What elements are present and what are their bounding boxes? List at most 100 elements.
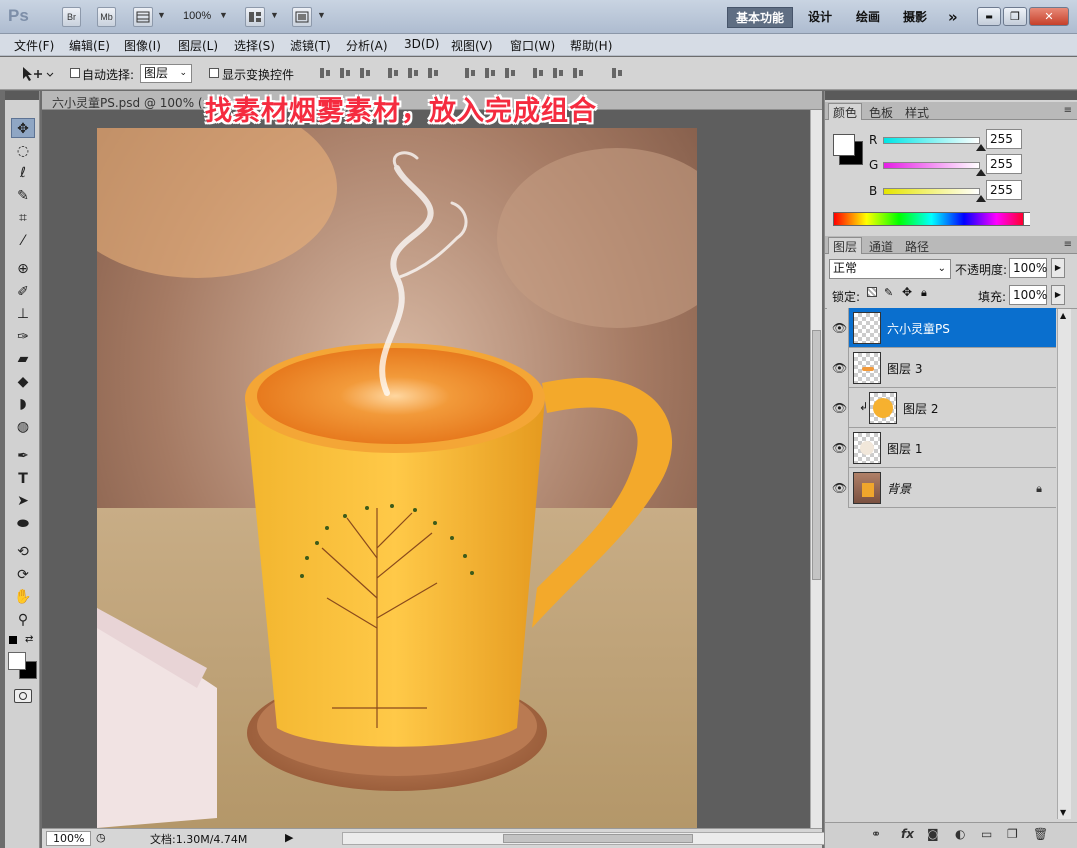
minimize-button[interactable]: ▬ [977,7,1001,26]
green-slider-thumb[interactable] [976,169,986,176]
green-channel-slider[interactable] [883,162,980,169]
path-selection-tool-icon[interactable]: ➤ [11,491,35,511]
lock-all-icon[interactable]: 🔒︎ [921,286,927,300]
workspace-photography[interactable]: 摄影 [895,7,935,28]
3d-orbit-tool-icon[interactable]: ⟳ [11,565,35,585]
opacity-field[interactable]: 100% [1009,258,1047,278]
menu-select[interactable]: 选择(S) [234,37,275,54]
screen-mode-button[interactable] [292,7,312,27]
show-transform-checkbox[interactable] [209,68,219,78]
blue-value-field[interactable]: 255 [986,180,1022,200]
pen-tool-icon[interactable]: ✒ [11,446,35,466]
marquee-tool-icon[interactable]: ◌ [11,141,35,161]
zoom-tool-icon[interactable]: ⚲ [11,610,35,630]
distribute-right-icon[interactable] [571,66,584,80]
link-layers-icon[interactable]: ⚭ [871,827,881,841]
auto-select-checkbox[interactable] [70,68,80,78]
workspace-painting[interactable]: 绘画 [848,7,888,28]
layers-scrollbar[interactable]: ▲ ▼ [1057,309,1071,819]
status-menu-arrow-icon[interactable]: ▶ [285,831,293,844]
menu-3d[interactable]: 3D(D) [404,37,439,51]
tab-channels[interactable]: 通道 [865,238,897,255]
distribute-vertical-center-icon[interactable] [483,66,496,80]
tab-layers[interactable]: 图层 [828,237,863,254]
chevron-down-icon[interactable]: ▼ [219,10,228,20]
menu-help[interactable]: 帮助(H) [570,37,612,54]
distribute-top-icon[interactable] [463,66,476,80]
vertical-scroll-thumb[interactable] [812,330,821,580]
menu-layer[interactable]: 图层(L) [178,37,218,54]
align-right-icon[interactable] [426,66,439,80]
clone-stamp-tool-icon[interactable]: ⊥ [11,304,35,324]
move-tool-icon[interactable]: ✥ [11,118,35,138]
distribute-horizontal-center-icon[interactable] [551,66,564,80]
layer-style-fx-icon[interactable]: fx [901,827,914,841]
eyedropper-tool-icon[interactable]: ⁄ [11,231,35,251]
close-button[interactable]: ✕ [1029,7,1069,26]
quick-selection-tool-icon[interactable]: ✎ [11,186,35,206]
workspace-essentials[interactable]: 基本功能 [727,7,794,28]
add-mask-icon[interactable]: ◙ [927,827,939,841]
swap-colors-icon[interactable]: ⇄ [25,634,33,645]
menu-edit[interactable]: 编辑(E) [69,37,110,54]
layer-row[interactable]: 👁︎ 六小灵童PS [827,308,1056,348]
delete-layer-icon[interactable]: 🗑︎ [1033,827,1048,841]
visibility-toggle[interactable]: 👁︎ [827,428,849,468]
arrange-documents-button[interactable] [245,7,265,27]
workspace-design[interactable]: 设计 [800,7,840,28]
blend-mode-dropdown[interactable]: 正常 ⌄ [829,259,951,279]
horizontal-scrollbar[interactable] [342,832,847,845]
lasso-tool-icon[interactable]: ℓ [11,163,35,183]
eye-icon[interactable]: 👁︎ [832,481,847,495]
healing-brush-tool-icon[interactable]: ⊕ [11,259,35,279]
align-horizontal-center-icon[interactable] [406,66,419,80]
crop-tool-icon[interactable]: ⌗ [11,208,35,228]
eraser-tool-icon[interactable]: ▰ [11,349,35,369]
default-colors-icon[interactable] [9,636,17,644]
blue-channel-slider[interactable] [883,188,980,195]
mini-bridge-button[interactable]: Mb [97,7,116,27]
adjustment-layer-icon[interactable]: ◐ [955,827,965,841]
align-vertical-center-icon[interactable] [338,66,351,80]
panel-menu-icon[interactable]: ≡ [1064,105,1072,116]
eye-icon[interactable]: 👁︎ [832,401,847,415]
layer-name[interactable]: 六小灵童PS [887,320,950,337]
bridge-button[interactable]: Br [62,7,81,27]
distribute-left-icon[interactable] [531,66,544,80]
blur-tool-icon[interactable]: ◗ [11,394,35,414]
blue-slider-thumb[interactable] [976,195,986,202]
red-slider-thumb[interactable] [976,144,986,151]
auto-select-dropdown[interactable]: 图层 ⌄ [140,64,192,83]
menu-filter[interactable]: 滤镜(T) [290,37,331,54]
layer-name[interactable]: 图层 2 [903,400,938,417]
layer-name[interactable]: 图层 1 [887,440,922,457]
eye-icon[interactable]: 👁︎ [832,321,847,335]
brush-tool-icon[interactable]: ✐ [11,282,35,302]
menu-window[interactable]: 窗口(W) [510,37,555,54]
dodge-tool-icon[interactable]: ◍ [11,417,35,437]
chevron-down-icon[interactable]: ▼ [317,10,326,20]
align-top-icon[interactable] [318,66,331,80]
tab-swatches[interactable]: 色板 [865,104,897,121]
visibility-toggle[interactable]: 👁︎ [827,468,849,508]
menu-analysis[interactable]: 分析(A) [346,37,388,54]
spectrum-white-swatch[interactable] [1023,213,1030,225]
layer-row[interactable]: 👁︎ 图层 1 [827,428,1056,468]
green-value-field[interactable]: 255 [986,154,1022,174]
visibility-toggle[interactable]: 👁︎ [827,308,849,348]
scroll-down-icon[interactable]: ▼ [1060,808,1066,817]
foreground-color-swatch[interactable] [8,652,26,670]
tab-paths[interactable]: 路径 [901,238,933,255]
restore-button[interactable]: ❐ [1003,7,1027,26]
menu-file[interactable]: 文件(F) [14,37,54,54]
layer-row[interactable]: 👁︎ ↲ 图层 2 [827,388,1056,428]
tab-styles[interactable]: 样式 [901,104,933,121]
eye-icon[interactable]: 👁︎ [832,361,847,375]
3d-rotate-tool-icon[interactable]: ⟲ [11,542,35,562]
fill-arrow-icon[interactable]: ▶ [1051,285,1065,305]
foreground-color-swatch[interactable] [833,134,855,156]
tab-color[interactable]: 颜色 [828,103,863,120]
auto-align-layers-icon[interactable] [610,66,623,80]
align-left-icon[interactable] [386,66,399,80]
view-extras-button[interactable] [133,7,153,27]
